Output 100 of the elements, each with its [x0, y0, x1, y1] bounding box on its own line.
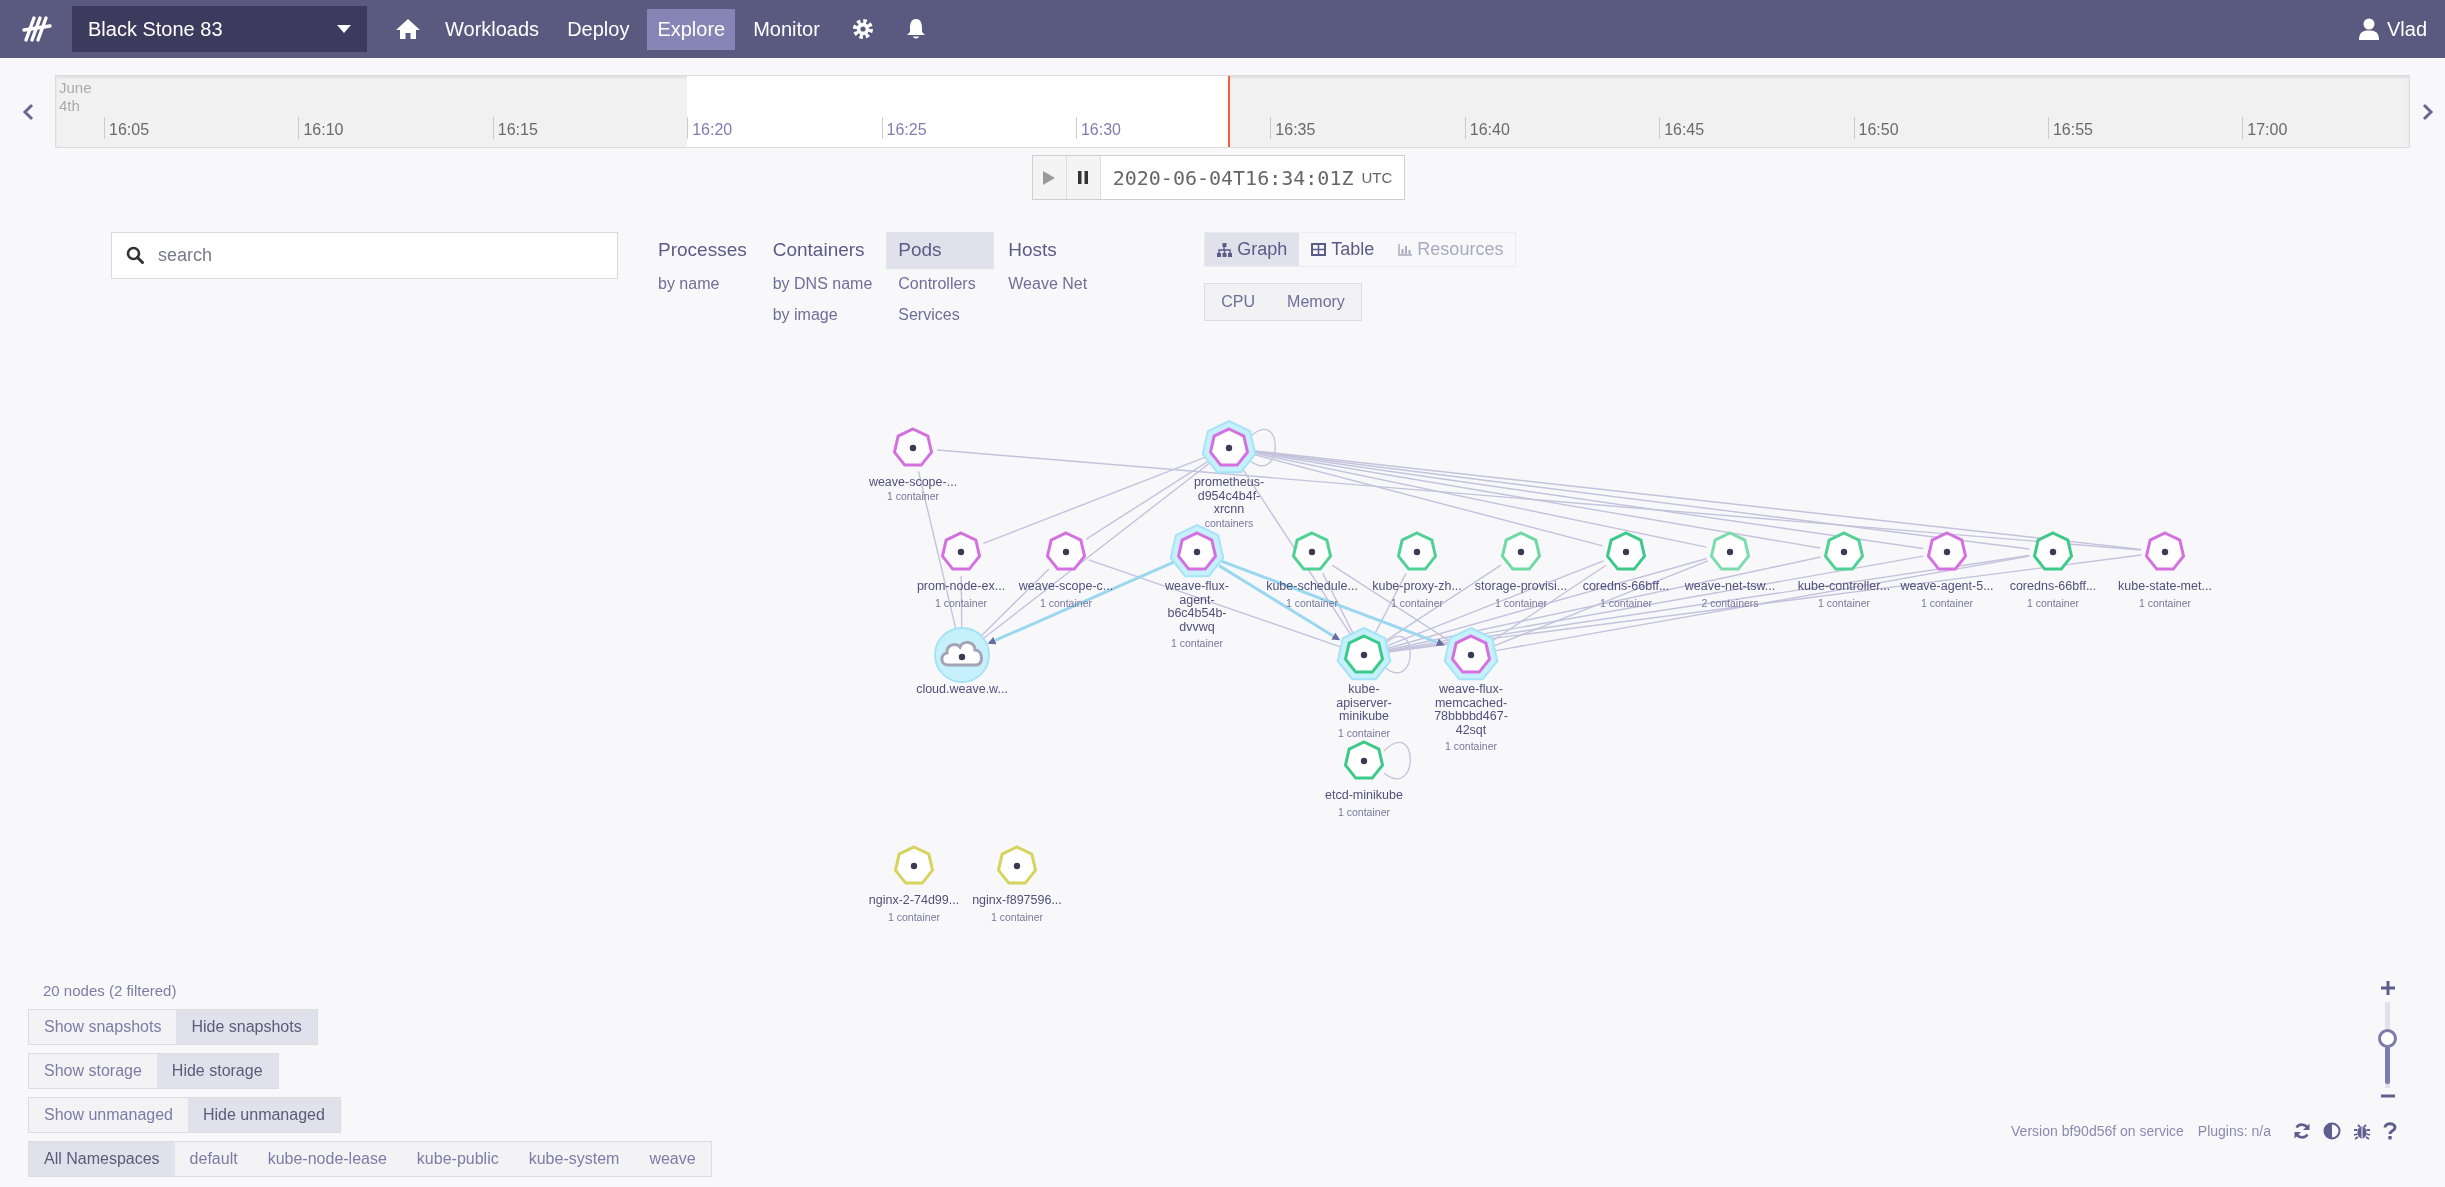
cloud-node[interactable] [934, 627, 990, 683]
node-detail: 1 container [1338, 726, 1390, 739]
user-name[interactable]: Vlad [2386, 17, 2427, 41]
toggle-option[interactable]: Hide snapshots [176, 1010, 317, 1044]
namespace-option[interactable]: kube-system [513, 1142, 635, 1176]
nav-tab[interactable]: Workloads [435, 8, 550, 50]
caret-icon [337, 25, 351, 33]
topology-tab[interactable]: Processes [646, 232, 759, 269]
time-tick-label: 16:05 [109, 121, 150, 139]
node-label: weave-flux-memcached-78bbbbd467-42sqt [1433, 683, 1509, 737]
chevron-right-icon[interactable] [2421, 102, 2434, 121]
chevron-left-icon[interactable] [21, 102, 34, 121]
node-detail: 1 container [1495, 596, 1547, 609]
node-detail: 1 container [1818, 596, 1870, 609]
version-text: Version bf90d56f on service [2011, 1123, 2184, 1139]
time-tick-label: 16:30 [1080, 121, 1121, 139]
node-detail: 1 container [2139, 596, 2191, 609]
node-label: weave-scope-... [868, 476, 958, 490]
node-label: cloud.weave.w... [916, 683, 1008, 697]
node-detail: 1 container [887, 489, 939, 502]
namespace-option[interactable]: kube-node-lease [252, 1142, 402, 1176]
table-icon [1311, 243, 1327, 256]
time-tick-label: 16:10 [303, 121, 344, 139]
topology-tab[interactable]: Hosts [996, 232, 1105, 269]
nav-tab[interactable]: Monitor [743, 8, 830, 50]
node-label: prometheus-d954c4b4f-xrcnn [1192, 476, 1266, 517]
node-detail: 1 container [1171, 637, 1223, 649]
metric-option[interactable]: Memory [1271, 284, 1361, 320]
namespace-option[interactable]: kube-public [401, 1142, 514, 1176]
time-tick-label: 17:00 [2247, 121, 2288, 139]
bar-chart-icon [1398, 243, 1413, 256]
node-label: nginx-f897596... [972, 894, 1062, 908]
nav-tab[interactable]: Explore [647, 8, 736, 50]
node-label: kube-apiserver-minikube [1335, 683, 1393, 724]
workspace-dropdown[interactable]: Black Stone 83 [72, 6, 367, 52]
time-tick-label: 16:20 [692, 121, 733, 139]
loop-edge-line [1248, 428, 1276, 467]
hierarchy-icon [1217, 242, 1233, 257]
timeline-date: June 4th [59, 79, 92, 115]
pod-node[interactable] [1443, 627, 1499, 683]
time-tick-label: 16:35 [1275, 121, 1316, 139]
sub-topology-link[interactable]: Controllers [886, 269, 988, 300]
node-detail: 1 container [935, 596, 987, 609]
bell-icon[interactable] [905, 18, 926, 40]
user-icon[interactable] [2358, 18, 2379, 40]
node-label: etcd-minikube [1325, 789, 1403, 803]
metric-option[interactable]: CPU [1205, 284, 1272, 320]
refresh-icon[interactable] [2293, 1122, 2311, 1140]
node-detail: 1 container [1338, 805, 1390, 818]
toggle-option[interactable]: Show unmanaged [29, 1098, 188, 1132]
view-mode-tab[interactable]: Graph [1205, 233, 1300, 266]
sub-topology-link[interactable]: Services [886, 300, 972, 331]
sub-topology-link[interactable]: by DNS name [760, 269, 885, 300]
namespace-option[interactable]: All Namespaces [29, 1142, 175, 1176]
search-field[interactable]: search [111, 232, 618, 279]
time-cursor[interactable] [1227, 76, 1230, 147]
pod-node[interactable] [1201, 420, 1257, 476]
nav-tab[interactable]: Deploy [557, 8, 640, 50]
topology-tab[interactable]: Pods [886, 232, 995, 269]
bug-icon[interactable] [2353, 1122, 2371, 1140]
topology-tab[interactable]: Containers [760, 232, 877, 269]
node-detail: 1 container [888, 910, 940, 923]
toggle-option[interactable]: Hide unmanaged [188, 1098, 340, 1132]
home-icon[interactable] [395, 18, 421, 40]
plus-icon[interactable] [2379, 980, 2396, 996]
sub-topology-link[interactable]: Weave Net [996, 269, 1100, 300]
node-label: nginx-2-74d99... [868, 894, 960, 908]
node-label: weave-scope-c... [1018, 580, 1114, 594]
node-label: coredns-66bff... [2009, 580, 2097, 594]
toggle-option[interactable]: Hide storage [156, 1054, 278, 1088]
contrast-icon[interactable] [2323, 1122, 2341, 1140]
namespace-option[interactable]: default [174, 1142, 253, 1176]
node-detail: 1 container [1391, 596, 1443, 609]
timeline-track[interactable]: June 4th 16:05 16:10 16:15 16:20 16:25 16:30 16:35 16:40 16:45 16:50 16:55 17:00 [55, 75, 2410, 148]
help-icon[interactable] [2383, 1122, 2397, 1140]
toggle-option[interactable]: Show snapshots [29, 1010, 177, 1044]
node-label: kube-state-met... [2118, 580, 2212, 594]
node-label: storage-provisi... [1474, 580, 1568, 594]
node-detail: 1 container [1445, 740, 1497, 752]
node-label: kube-controller... [1797, 580, 1891, 594]
pod-node[interactable] [1336, 627, 1392, 683]
time-tick-label: 16:25 [886, 121, 927, 139]
node-label: weave-net-tsw... [1684, 580, 1776, 594]
node-count: 20 nodes (2 filtered) [43, 982, 177, 999]
view-mode-tab[interactable]: Table [1299, 233, 1387, 266]
zoom-slider-thumb[interactable] [2378, 1028, 2397, 1048]
node-detail: 1 container [991, 910, 1043, 923]
loop-edge-line [1383, 635, 1411, 674]
node-label: kube-proxy-zh... [1372, 580, 1462, 594]
gear-icon[interactable] [851, 18, 874, 40]
sub-topology-link[interactable]: by image [760, 300, 850, 331]
toggle-option[interactable]: Show storage [29, 1054, 157, 1088]
node-label: coredns-66bff... [1582, 580, 1670, 594]
namespace-option[interactable]: weave [634, 1142, 711, 1176]
sub-topology-link[interactable]: by name [646, 269, 732, 300]
node-detail: 1 container [1600, 596, 1652, 609]
time-tick-label: 16:45 [1664, 121, 1705, 139]
node-label: weave-agent-5... [1900, 580, 1994, 594]
minus-icon[interactable] [2379, 1094, 2396, 1098]
node-detail: 1 container [1921, 596, 1973, 609]
